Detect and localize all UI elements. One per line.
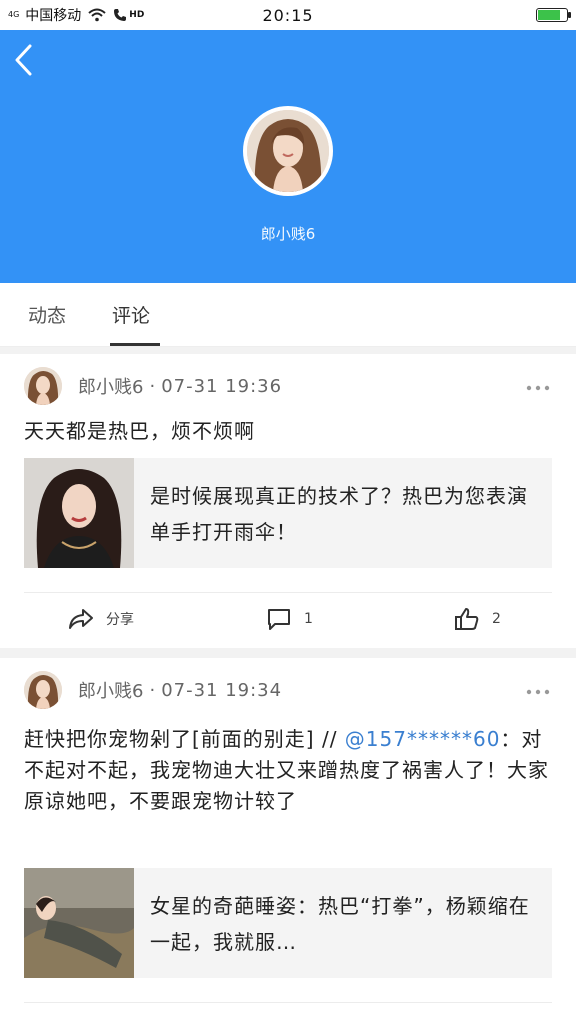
share-button[interactable]: 分享: [68, 607, 134, 631]
comment-time: 07-31 19:34: [161, 679, 283, 701]
comment-actions: [24, 1002, 552, 1024]
avatar-portrait: [24, 671, 62, 709]
quoted-post-thumbnail: [24, 868, 134, 978]
author-avatar[interactable]: [24, 671, 62, 709]
comment-card: 郎小贱6 · 07-31 19:34 赶快把你宠物剁了[前面的别走] // @1…: [0, 658, 576, 1024]
comment-icon: [268, 609, 290, 630]
quoted-post-thumbnail: [24, 458, 134, 568]
status-bar: 4G 中国移动 HD 20:15: [0, 0, 576, 30]
comment-author[interactable]: 郎小贱6: [78, 373, 143, 399]
comment-author[interactable]: 郎小贱6: [78, 677, 143, 703]
battery-icon: [536, 8, 571, 22]
share-icon: [69, 609, 93, 629]
quoted-post[interactable]: 是时候展现真正的技术了？热巴为您表演单手打开雨伞！: [24, 458, 552, 568]
comment-text: 赶快把你宠物剁了[前面的别走] // @157******60：对不起对不起，我…: [24, 724, 552, 817]
tab-bar: 动态 评论: [0, 283, 576, 347]
comment-text: 天天都是热巴，烦不烦啊: [24, 416, 552, 447]
mention-link[interactable]: @157******60: [345, 727, 501, 751]
status-right: [536, 8, 571, 22]
avatar-portrait: [24, 367, 62, 405]
comment-body: 天天都是热巴，烦不烦啊: [24, 419, 255, 443]
quoted-post-text: 女星的奇葩睡姿：热巴“打拳”，杨颖缩在一起，我就服…: [150, 894, 530, 954]
status-time: 20:15: [262, 5, 314, 25]
like-button[interactable]: 2: [454, 607, 501, 631]
comment-time: 07-31 19:36: [161, 375, 283, 397]
quoted-post-text: 是时候展现真正的技术了？热巴为您表演单手打开雨伞！: [150, 484, 528, 544]
battery-level: [538, 10, 561, 20]
comment-body: 赶快把你宠物剁了[前面的别走] //: [24, 727, 345, 751]
more-dots-icon[interactable]: [526, 380, 550, 391]
comment-button[interactable]: 1: [266, 607, 313, 631]
comment-count: 1: [304, 611, 313, 627]
like-icon: [455, 608, 479, 630]
profile-header: 郎小贱6: [0, 30, 576, 283]
more-dots-icon[interactable]: [526, 684, 550, 695]
back-arrow-icon[interactable]: [10, 42, 40, 78]
profile-avatar[interactable]: [243, 106, 333, 196]
share-label: 分享: [106, 612, 134, 628]
comment-card: 郎小贱6 · 07-31 19:36 天天都是热巴，烦不烦啊 是时候展现真正的技…: [0, 354, 576, 648]
comment-header: 郎小贱6 · 07-31 19:36: [24, 366, 282, 406]
profile-name: 郎小贱6: [260, 225, 316, 243]
avatar-portrait: [247, 110, 329, 192]
tab-dynamic[interactable]: 动态: [28, 301, 66, 328]
quoted-post[interactable]: 女星的奇葩睡姿：热巴“打拳”，杨颖缩在一起，我就服…: [24, 868, 552, 978]
comment-header: 郎小贱6 · 07-31 19:34: [24, 670, 282, 710]
separator-dot: ·: [149, 375, 156, 397]
like-count: 2: [492, 611, 501, 627]
tab-comments[interactable]: 评论: [112, 301, 150, 328]
comment-actions: 分享 1 2: [24, 592, 552, 648]
active-tab-indicator: [110, 343, 160, 346]
author-avatar[interactable]: [24, 367, 62, 405]
separator-dot: ·: [149, 679, 156, 701]
